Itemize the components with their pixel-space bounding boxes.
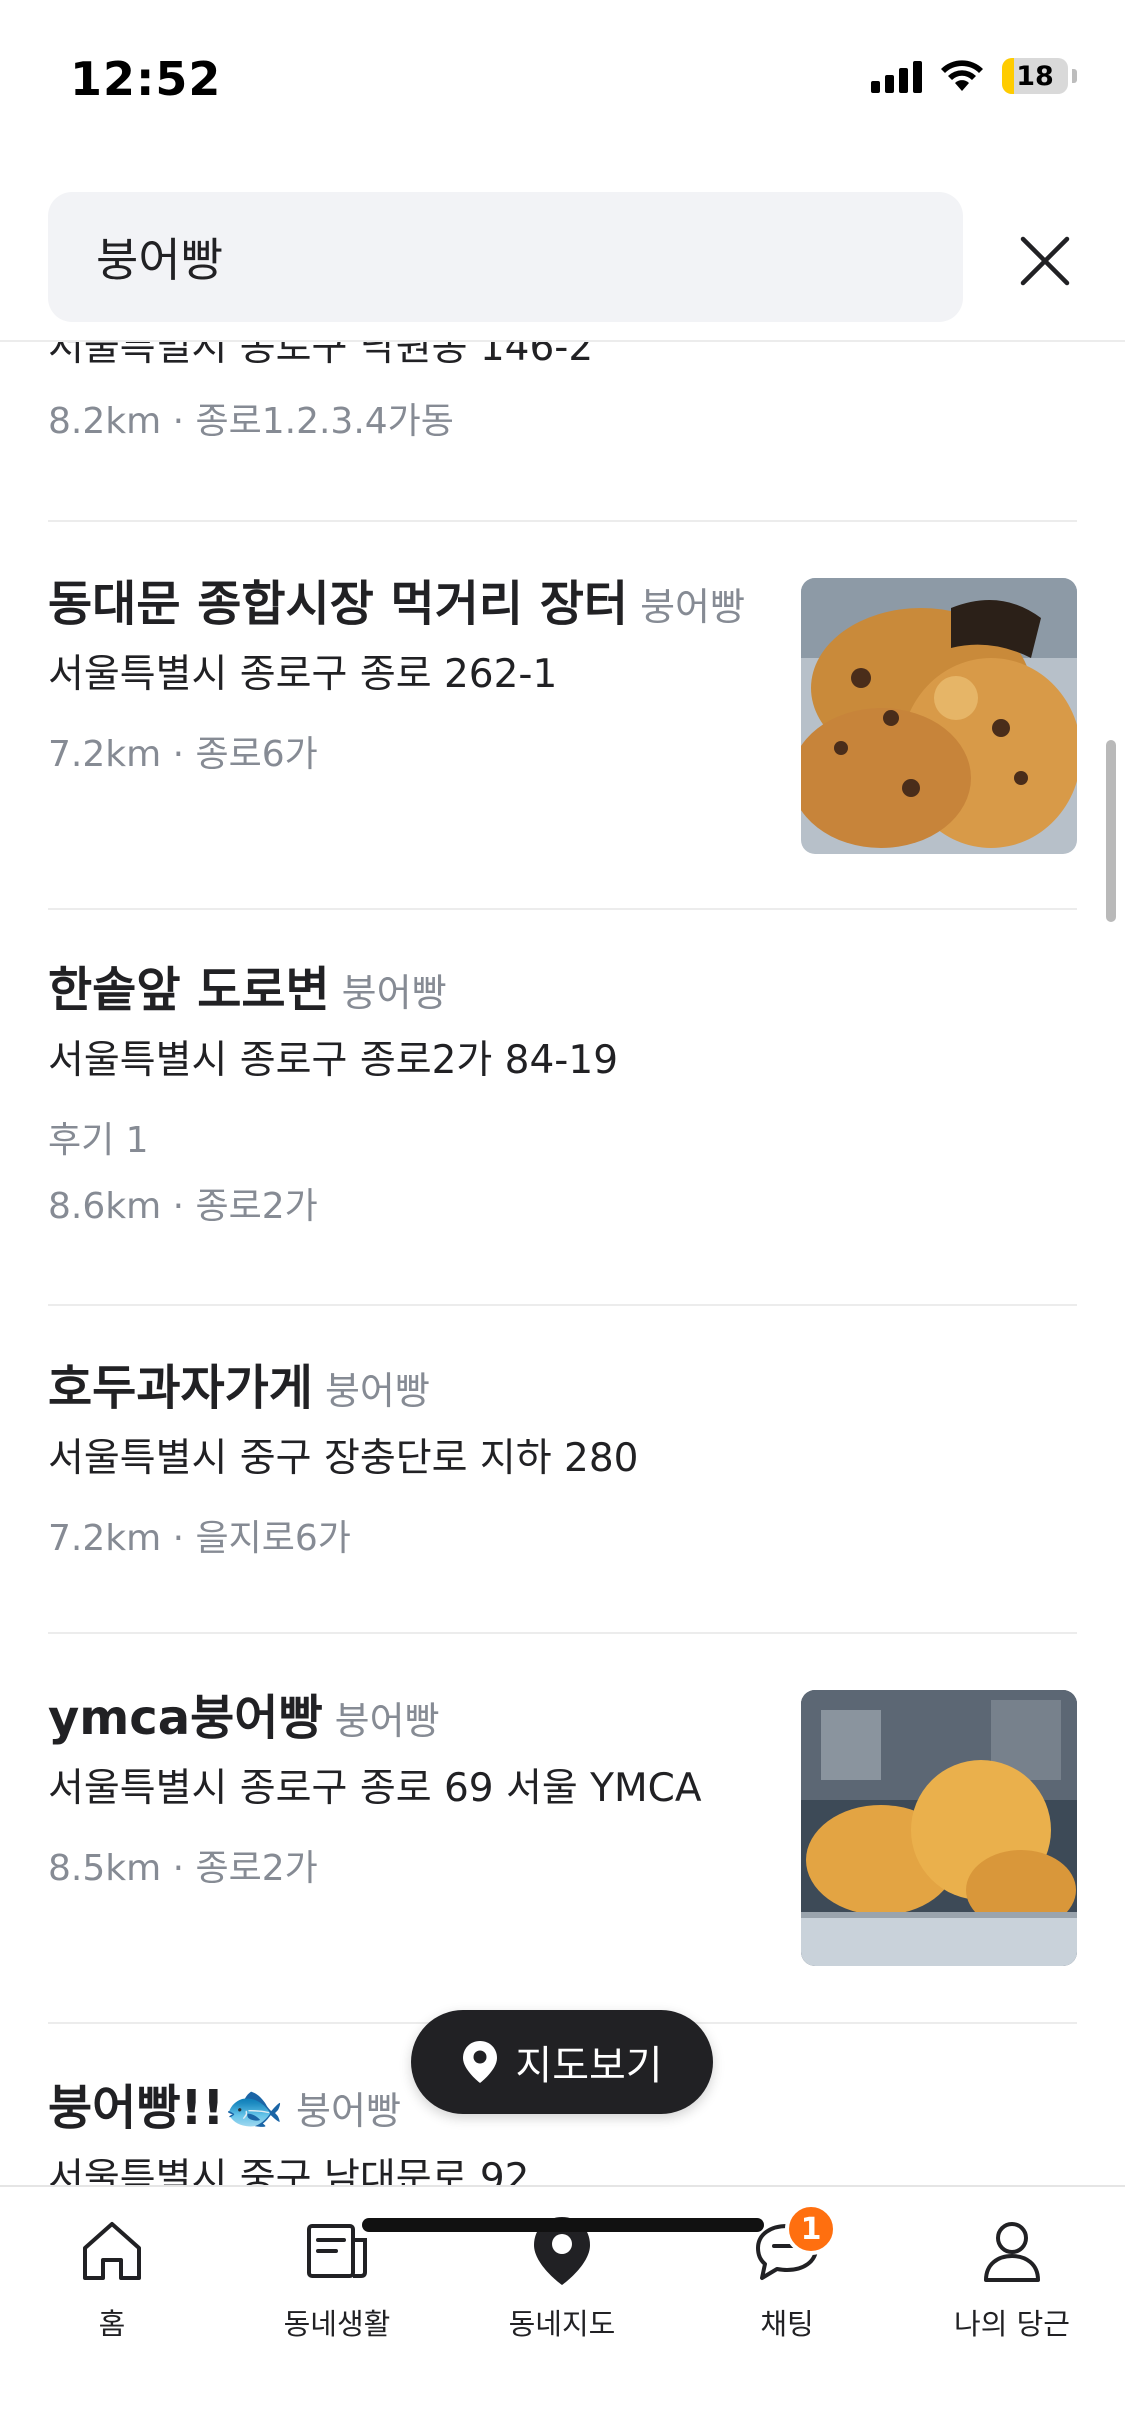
profile-icon — [976, 2215, 1048, 2287]
close-button[interactable] — [1010, 226, 1080, 296]
map-pin-icon — [463, 2041, 498, 2083]
battery-cap — [1072, 69, 1077, 83]
close-icon — [1020, 236, 1070, 286]
item-address: 서울특별시 종로구 낙원동 146-2 — [48, 342, 594, 370]
tab-label: 나의 당근 — [954, 2307, 1070, 2341]
item-address: 서울특별시 종로구 종로2가 84-19 — [48, 1038, 619, 1083]
wifi-icon — [941, 60, 983, 91]
bungeoppang-photo — [801, 1690, 1077, 1966]
battery-level: 18 — [1016, 60, 1054, 92]
list-item[interactable]: ymca붕어빵 붕어빵 서울특별시 종로구 종로 69 서울 YMCA 8.5km… — [48, 1634, 1077, 2024]
home-icon — [76, 2215, 148, 2287]
tab-label: 홈 — [98, 2307, 126, 2341]
list-item[interactable]: 한솥앞 도로변 붕어빵 서울특별시 종로구 종로2가 84-19 후기 1 8.6… — [48, 910, 1077, 1306]
battery-icon: 18 — [1002, 58, 1068, 94]
item-title-row: 동대문 종합시장 먹거리 장터 붕어빵 — [48, 570, 748, 641]
item-category: 붕어빵 — [324, 1369, 430, 1413]
map-view-label: 지도보기 — [515, 2043, 663, 2089]
item-address: 서울특별시 종로구 종로 69 서울 YMCA — [48, 1766, 702, 1811]
bungeoppang-photo — [801, 578, 1077, 854]
item-meta: 8.5km · 종로2가 — [48, 1848, 318, 1889]
tab-label: 채팅 — [760, 2307, 814, 2341]
tab-label: 동네지도 — [508, 2307, 616, 2341]
item-review-count: 후기 1 — [48, 1120, 149, 1161]
search-header: 붕어빵 — [0, 150, 1125, 342]
list-item[interactable]: 호두과자가게 붕어빵 서울특별시 중구 장충단로 지하 280 7.2km · 을… — [48, 1306, 1077, 1634]
item-title-row: 한솥앞 도로변 붕어빵 — [48, 956, 1077, 1027]
cellular-signal-icon — [871, 59, 922, 93]
home-indicator[interactable] — [362, 2218, 764, 2232]
search-input[interactable]: 붕어빵 — [48, 192, 963, 322]
status-time: 12:52 — [70, 52, 222, 106]
map-view-button[interactable]: 지도보기 — [411, 2010, 713, 2114]
item-category: 붕어빵 — [640, 585, 745, 629]
chat-unread-badge: 1 — [785, 2203, 837, 2255]
tab-community[interactable]: 동네생활 — [237, 2215, 437, 2343]
search-results-list[interactable]: 서울특별시 종로구 낙원동 146-2 8.2km · 종로1.2.3.4가동 … — [0, 342, 1125, 2185]
item-title: 호두과자가게 — [48, 1360, 313, 1416]
item-meta: 7.2km · 을지로6가 — [48, 1518, 351, 1559]
tab-label: 동네생활 — [283, 2307, 391, 2341]
item-title: 동대문 종합시장 먹거리 장터 — [48, 576, 629, 632]
item-title-row: ymca붕어빵 붕어빵 — [48, 1684, 768, 1755]
item-title: 한솥앞 도로변 — [48, 962, 330, 1018]
item-thumbnail[interactable] — [801, 578, 1077, 854]
scrollbar[interactable] — [1106, 740, 1116, 922]
item-meta: 7.2km · 종로6가 — [48, 734, 318, 775]
item-title: ymca붕어빵 — [48, 1690, 323, 1746]
item-address: 서울특별시 중구 남대문로 92 — [48, 2156, 530, 2185]
tab-chat[interactable]: 1 채팅 — [687, 2203, 887, 2343]
status-icons: 18 — [871, 58, 1077, 94]
tab-my-profile[interactable]: 나의 당근 — [912, 2215, 1112, 2343]
list-item[interactable]: 서울특별시 종로구 낙원동 146-2 8.2km · 종로1.2.3.4가동 — [48, 342, 1077, 522]
item-title-row: 호두과자가게 붕어빵 — [48, 1354, 1077, 1425]
item-address: 서울특별시 종로구 종로 262-1 — [48, 652, 558, 697]
tab-neighborhood-map[interactable]: 동네지도 — [462, 2215, 662, 2343]
search-query: 붕어빵 — [96, 233, 223, 287]
tab-home[interactable]: 홈 — [12, 2215, 212, 2343]
item-meta: 8.2km · 종로1.2.3.4가동 — [48, 401, 454, 442]
list-item[interactable]: 동대문 종합시장 먹거리 장터 붕어빵 서울특별시 종로구 종로 262-1 7.… — [48, 522, 1077, 910]
item-category: 붕어빵 — [341, 971, 447, 1015]
item-address: 서울특별시 중구 장충단로 지하 280 — [48, 1436, 639, 1481]
item-thumbnail[interactable] — [801, 1690, 1077, 1966]
status-bar: 12:52 18 — [0, 0, 1125, 150]
item-title: 붕어빵!!🐟 — [48, 2080, 285, 2136]
item-category: 붕어빵 — [334, 1699, 440, 1743]
item-meta: 8.6km · 종로2가 — [48, 1186, 318, 1227]
item-category: 붕어빵 — [296, 2089, 401, 2133]
